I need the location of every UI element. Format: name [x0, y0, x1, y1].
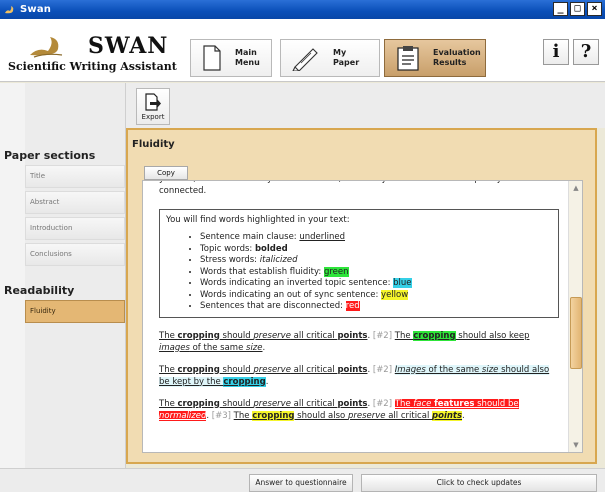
app-header: SWAN Scientific Writing Assistant Main M…: [0, 19, 605, 82]
window-controls: _ □ ×: [553, 2, 602, 16]
legend-list: Sentence main clause: underlined Topic w…: [200, 232, 552, 313]
swan-logo-icon: [30, 37, 63, 58]
swan-logo: SWAN Scientific Writing Assistant: [6, 29, 177, 77]
example-paragraph-1: The cropping should preserve all critica…: [159, 330, 530, 353]
scroll-thumb[interactable]: [570, 297, 582, 369]
main-menu-button[interactable]: Main Menu: [190, 39, 272, 77]
evaluation-results-label: Evaluation Results: [433, 48, 481, 67]
legend-item: Sentence main clause: underlined: [200, 232, 552, 244]
export-button[interactable]: Export: [136, 88, 170, 125]
panel-title: Fluidity: [132, 139, 175, 150]
paper-sections-heading: Paper sections: [4, 149, 96, 162]
scroll-down-icon[interactable]: ▼: [570, 439, 582, 451]
questionnaire-button[interactable]: Answer to questionnaire: [249, 474, 353, 492]
highlight-legend: You will find words highlighted in your …: [159, 209, 559, 318]
readability-heading: Readability: [4, 284, 75, 297]
export-icon: [145, 93, 161, 111]
example-paragraph-3: The cropping should preserve all critica…: [159, 398, 519, 421]
pen-icon: [292, 48, 318, 71]
clipboard-icon: [397, 46, 419, 71]
left-sidebar: Paper sections Title Abstract Introducti…: [0, 83, 126, 468]
legend-item: Words indicating an out of sync sentence…: [200, 289, 552, 302]
minimize-button[interactable]: _: [553, 2, 568, 16]
legend-item: Stress words: italicized: [200, 255, 552, 267]
help-button[interactable]: ?: [573, 39, 599, 65]
copy-button[interactable]: Copy: [144, 166, 188, 180]
main-menu-label: Main Menu: [235, 48, 260, 67]
logo-title: SWAN: [88, 33, 169, 59]
legend-title: You will find words highlighted in your …: [166, 215, 350, 225]
my-paper-button[interactable]: My Paper: [280, 39, 380, 77]
bottom-bar: Answer to questionnaire Click to check u…: [0, 468, 605, 492]
close-button[interactable]: ×: [587, 2, 602, 16]
info-button[interactable]: i: [543, 39, 569, 65]
my-paper-label: My Paper: [333, 48, 360, 67]
document-icon: [203, 45, 221, 71]
example-paragraph-2: The cropping should preserve all critica…: [159, 364, 550, 387]
sidebar-item-abstract[interactable]: Abstract: [25, 191, 125, 214]
window-title: Swan: [20, 4, 52, 15]
legend-item: Words indicating an inverted topic sente…: [200, 278, 552, 290]
sidebar-item-title[interactable]: Title: [25, 165, 125, 188]
evaluation-results-button[interactable]: Evaluation Results: [384, 39, 486, 77]
swan-app-icon: [5, 5, 14, 13]
results-toolbar: Export: [126, 83, 605, 128]
check-updates-button[interactable]: Click to check updates: [361, 474, 597, 492]
legend-item: Words that establish fluidity: green: [200, 266, 552, 279]
legend-item: Sentences that are disconnected: red: [200, 301, 552, 313]
sidebar-item-fluidity[interactable]: Fluidity: [25, 300, 125, 323]
vertical-scrollbar[interactable]: ▲ ▼: [568, 181, 582, 452]
results-text: yourself, on a sentence-by-sentence basi…: [143, 181, 567, 432]
results-text-area[interactable]: yourself, on a sentence-by-sentence basi…: [142, 180, 583, 453]
export-label: Export: [141, 113, 165, 121]
scroll-up-icon[interactable]: ▲: [570, 182, 582, 194]
fluidity-panel: Fluidity Copy yourself, on a sentence-by…: [126, 128, 597, 464]
title-bar: Swan _ □ ×: [0, 0, 605, 19]
intro-text: yourself, on a sentence-by-sentence basi…: [159, 181, 524, 196]
logo-subtitle: Scientific Writing Assistant: [8, 60, 177, 73]
sidebar-item-conclusions[interactable]: Conclusions: [25, 243, 125, 266]
maximize-button[interactable]: □: [570, 2, 585, 16]
legend-item: Topic words: bolded: [200, 244, 552, 256]
sidebar-item-introduction[interactable]: Introduction: [25, 217, 125, 240]
